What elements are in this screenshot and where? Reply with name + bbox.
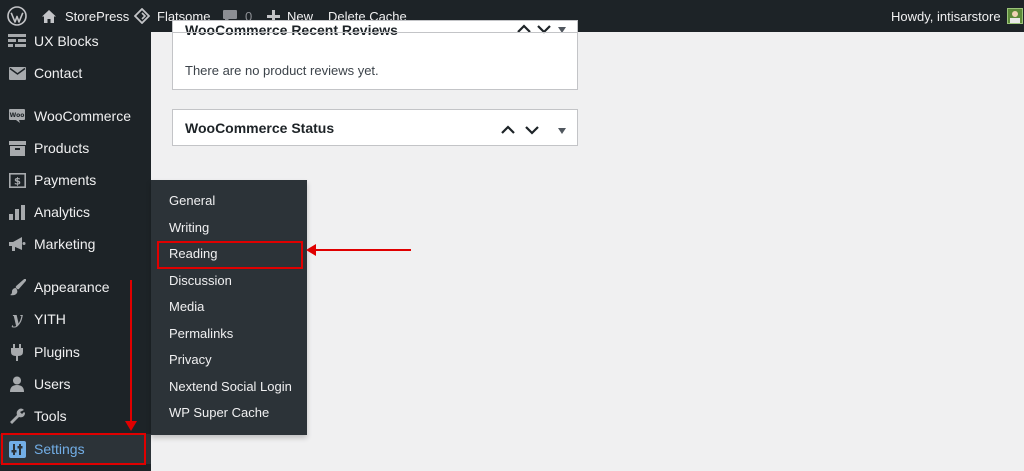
- submenu-item-privacy[interactable]: Privacy: [169, 347, 212, 373]
- widget-handles: [501, 122, 567, 140]
- reading-highlight-box: [157, 241, 303, 269]
- chevron-down-icon[interactable]: [537, 21, 551, 39]
- submenu-item-media[interactable]: Media: [169, 294, 204, 320]
- submenu-item-discussion[interactable]: Discussion: [169, 268, 232, 294]
- widget-title: WooCommerce Status: [185, 120, 335, 136]
- home-icon: [41, 9, 57, 24]
- svg-text:$: $: [14, 176, 21, 187]
- recent-reviews-widget: WooCommerce Recent Reviews There are no …: [172, 20, 578, 90]
- sidebar-item-label: YITH: [34, 311, 66, 327]
- woocommerce-status-widget: WooCommerce Status: [172, 109, 578, 146]
- reviews-empty-text: There are no product reviews yet.: [185, 63, 379, 78]
- bar-chart-icon: [7, 202, 27, 222]
- submenu-item-wp-super-cache[interactable]: WP Super Cache: [169, 400, 269, 426]
- flatsome-icon: [134, 8, 150, 24]
- submenu-item-permalinks[interactable]: Permalinks: [169, 321, 233, 347]
- sidebar-item-label: Users: [34, 376, 71, 392]
- toggle-arrow-icon[interactable]: [557, 122, 567, 140]
- greeting-label: Howdy, intisarstore: [891, 8, 1001, 24]
- widget-handles: [517, 21, 567, 39]
- sidebar-item-label: Analytics: [34, 204, 91, 220]
- my-account-link[interactable]: Howdy, intisarstore: [891, 0, 1023, 32]
- yith-icon: y: [7, 309, 27, 329]
- submenu-item-general[interactable]: General: [169, 188, 215, 214]
- sidebar-item-label: Products: [34, 140, 90, 156]
- toggle-arrow-icon[interactable]: [557, 21, 567, 39]
- sidebar-item-label: UX Blocks: [34, 33, 99, 49]
- arrow-to-reading-icon: [306, 244, 411, 256]
- arrow-to-settings-icon: [125, 280, 137, 431]
- chevron-up-icon[interactable]: [501, 122, 515, 140]
- dollar-icon: $: [7, 170, 27, 190]
- avatar: [1006, 8, 1023, 24]
- sidebar-item-label: Marketing: [34, 236, 96, 252]
- chevron-down-icon[interactable]: [525, 122, 539, 140]
- widget-title: WooCommerce Recent Reviews: [185, 22, 398, 38]
- sidebar-item-label: Plugins: [34, 344, 80, 360]
- settings-submenu: General Writing Reading Discussion Media…: [151, 180, 307, 435]
- sidebar-item-label: Contact: [34, 65, 83, 81]
- wrench-icon: [7, 406, 27, 426]
- sidebar-item-label: Payments: [34, 172, 97, 188]
- sidebar-item-analytics[interactable]: Analytics: [0, 197, 151, 227]
- sidebar-item-products[interactable]: Products: [0, 133, 151, 163]
- sidebar-item-payments[interactable]: $ Payments: [0, 165, 151, 195]
- sidebar-item-ux-blocks[interactable]: UX Blocks: [0, 26, 151, 56]
- grid-icon: [7, 31, 27, 51]
- sidebar-item-contact[interactable]: Contact: [0, 58, 151, 88]
- submenu-item-nextend-social-login[interactable]: Nextend Social Login: [169, 374, 292, 400]
- submenu-item-writing[interactable]: Writing: [169, 215, 209, 241]
- svg-text:Woo: Woo: [10, 112, 25, 119]
- user-icon: [7, 374, 27, 394]
- svg-text:y: y: [11, 310, 23, 328]
- site-name-label: StorePress: [65, 8, 130, 24]
- sidebar-item-label: WooCommerce: [34, 108, 131, 124]
- chevron-up-icon[interactable]: [517, 21, 531, 39]
- paintbrush-icon: [7, 277, 27, 297]
- archive-icon: [7, 138, 27, 158]
- sidebar-item-marketing[interactable]: Marketing: [0, 229, 151, 259]
- settings-highlight-box: [1, 433, 146, 465]
- megaphone-icon: [7, 234, 27, 254]
- plug-icon: [7, 342, 27, 362]
- sidebar-item-label: Appearance: [34, 279, 110, 295]
- sidebar-item-label: Tools: [34, 408, 67, 424]
- mail-icon: [7, 63, 27, 83]
- woo-icon: Woo: [7, 106, 27, 126]
- sidebar-item-woocommerce[interactable]: Woo WooCommerce: [0, 101, 151, 131]
